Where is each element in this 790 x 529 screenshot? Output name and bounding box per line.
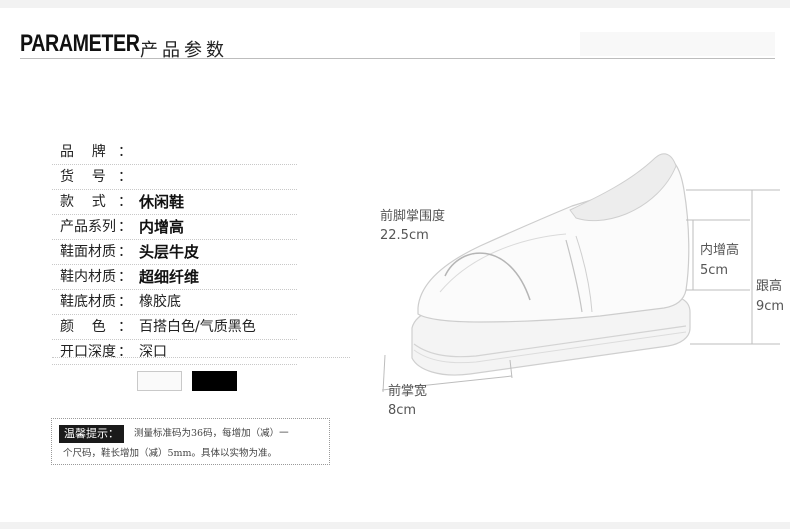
shoe-illustration: [381, 153, 780, 393]
heel-height-label: 跟高: [756, 279, 783, 294]
inner-height-value: 5cm: [700, 263, 729, 278]
front-width-left: [382, 354, 386, 393]
front-width-value: 8cm: [388, 403, 417, 418]
front-girth-label: 前脚掌围度: [380, 209, 446, 224]
inner-height-label: 内增高: [700, 243, 740, 258]
front-width-label: 前掌宽: [388, 384, 428, 399]
heel-height-value: 9cm: [756, 299, 785, 314]
front-girth-value: 22.5cm: [380, 228, 429, 243]
